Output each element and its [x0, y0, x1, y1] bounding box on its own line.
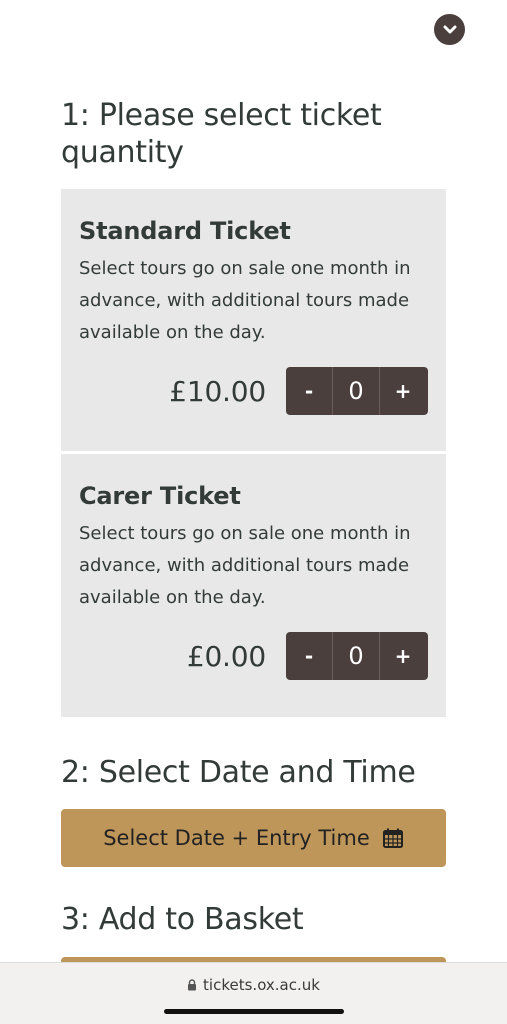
increase-quantity-button[interactable]: + — [380, 632, 426, 680]
price-row: £0.00 - 0 + — [61, 632, 428, 680]
price-row: £10.00 - 0 + — [61, 367, 428, 415]
select-date-time-button[interactable]: Select Date + Entry Time — [61, 809, 446, 867]
select-date-time-label: Select Date + Entry Time — [103, 826, 370, 850]
lock-icon — [187, 979, 197, 991]
quantity-input[interactable]: 0 — [332, 367, 380, 415]
decrease-quantity-button[interactable]: - — [286, 632, 332, 680]
quantity-stepper: - 0 + — [286, 367, 428, 415]
home-indicator[interactable] — [164, 1009, 344, 1014]
quantity-stepper: - 0 + — [286, 632, 428, 680]
ticket-card-carer: Carer Ticket Select tours go on sale one… — [61, 454, 446, 717]
collapse-toggle-button[interactable] — [434, 14, 465, 45]
ticket-price: £0.00 — [186, 639, 266, 673]
ticket-title: Carer Ticket — [79, 482, 241, 510]
step3-heading: 3: Add to Basket — [61, 902, 304, 937]
browser-address-bar[interactable]: tickets.ox.ac.uk — [0, 962, 507, 1024]
increase-quantity-button[interactable]: + — [380, 367, 426, 415]
ticket-page: 1: Please select ticket quantity Standar… — [0, 0, 507, 1024]
ticket-description: Select tours go on sale one month in adv… — [79, 258, 411, 343]
url-display[interactable]: tickets.ox.ac.uk — [0, 976, 507, 994]
ticket-card-standard: Standard Ticket Select tours go on sale … — [61, 189, 446, 451]
decrease-quantity-button[interactable]: - — [286, 367, 332, 415]
calendar-icon — [382, 827, 404, 849]
ticket-price: £10.00 — [169, 374, 266, 408]
quantity-input[interactable]: 0 — [332, 632, 380, 680]
step1-heading: 1: Please select ticket quantity — [61, 98, 382, 170]
chevron-down-icon — [443, 20, 457, 39]
url-text: tickets.ox.ac.uk — [203, 976, 320, 994]
ticket-title: Standard Ticket — [79, 217, 291, 245]
ticket-description: Select tours go on sale one month in adv… — [79, 523, 411, 608]
step2-heading: 2: Select Date and Time — [61, 755, 416, 790]
